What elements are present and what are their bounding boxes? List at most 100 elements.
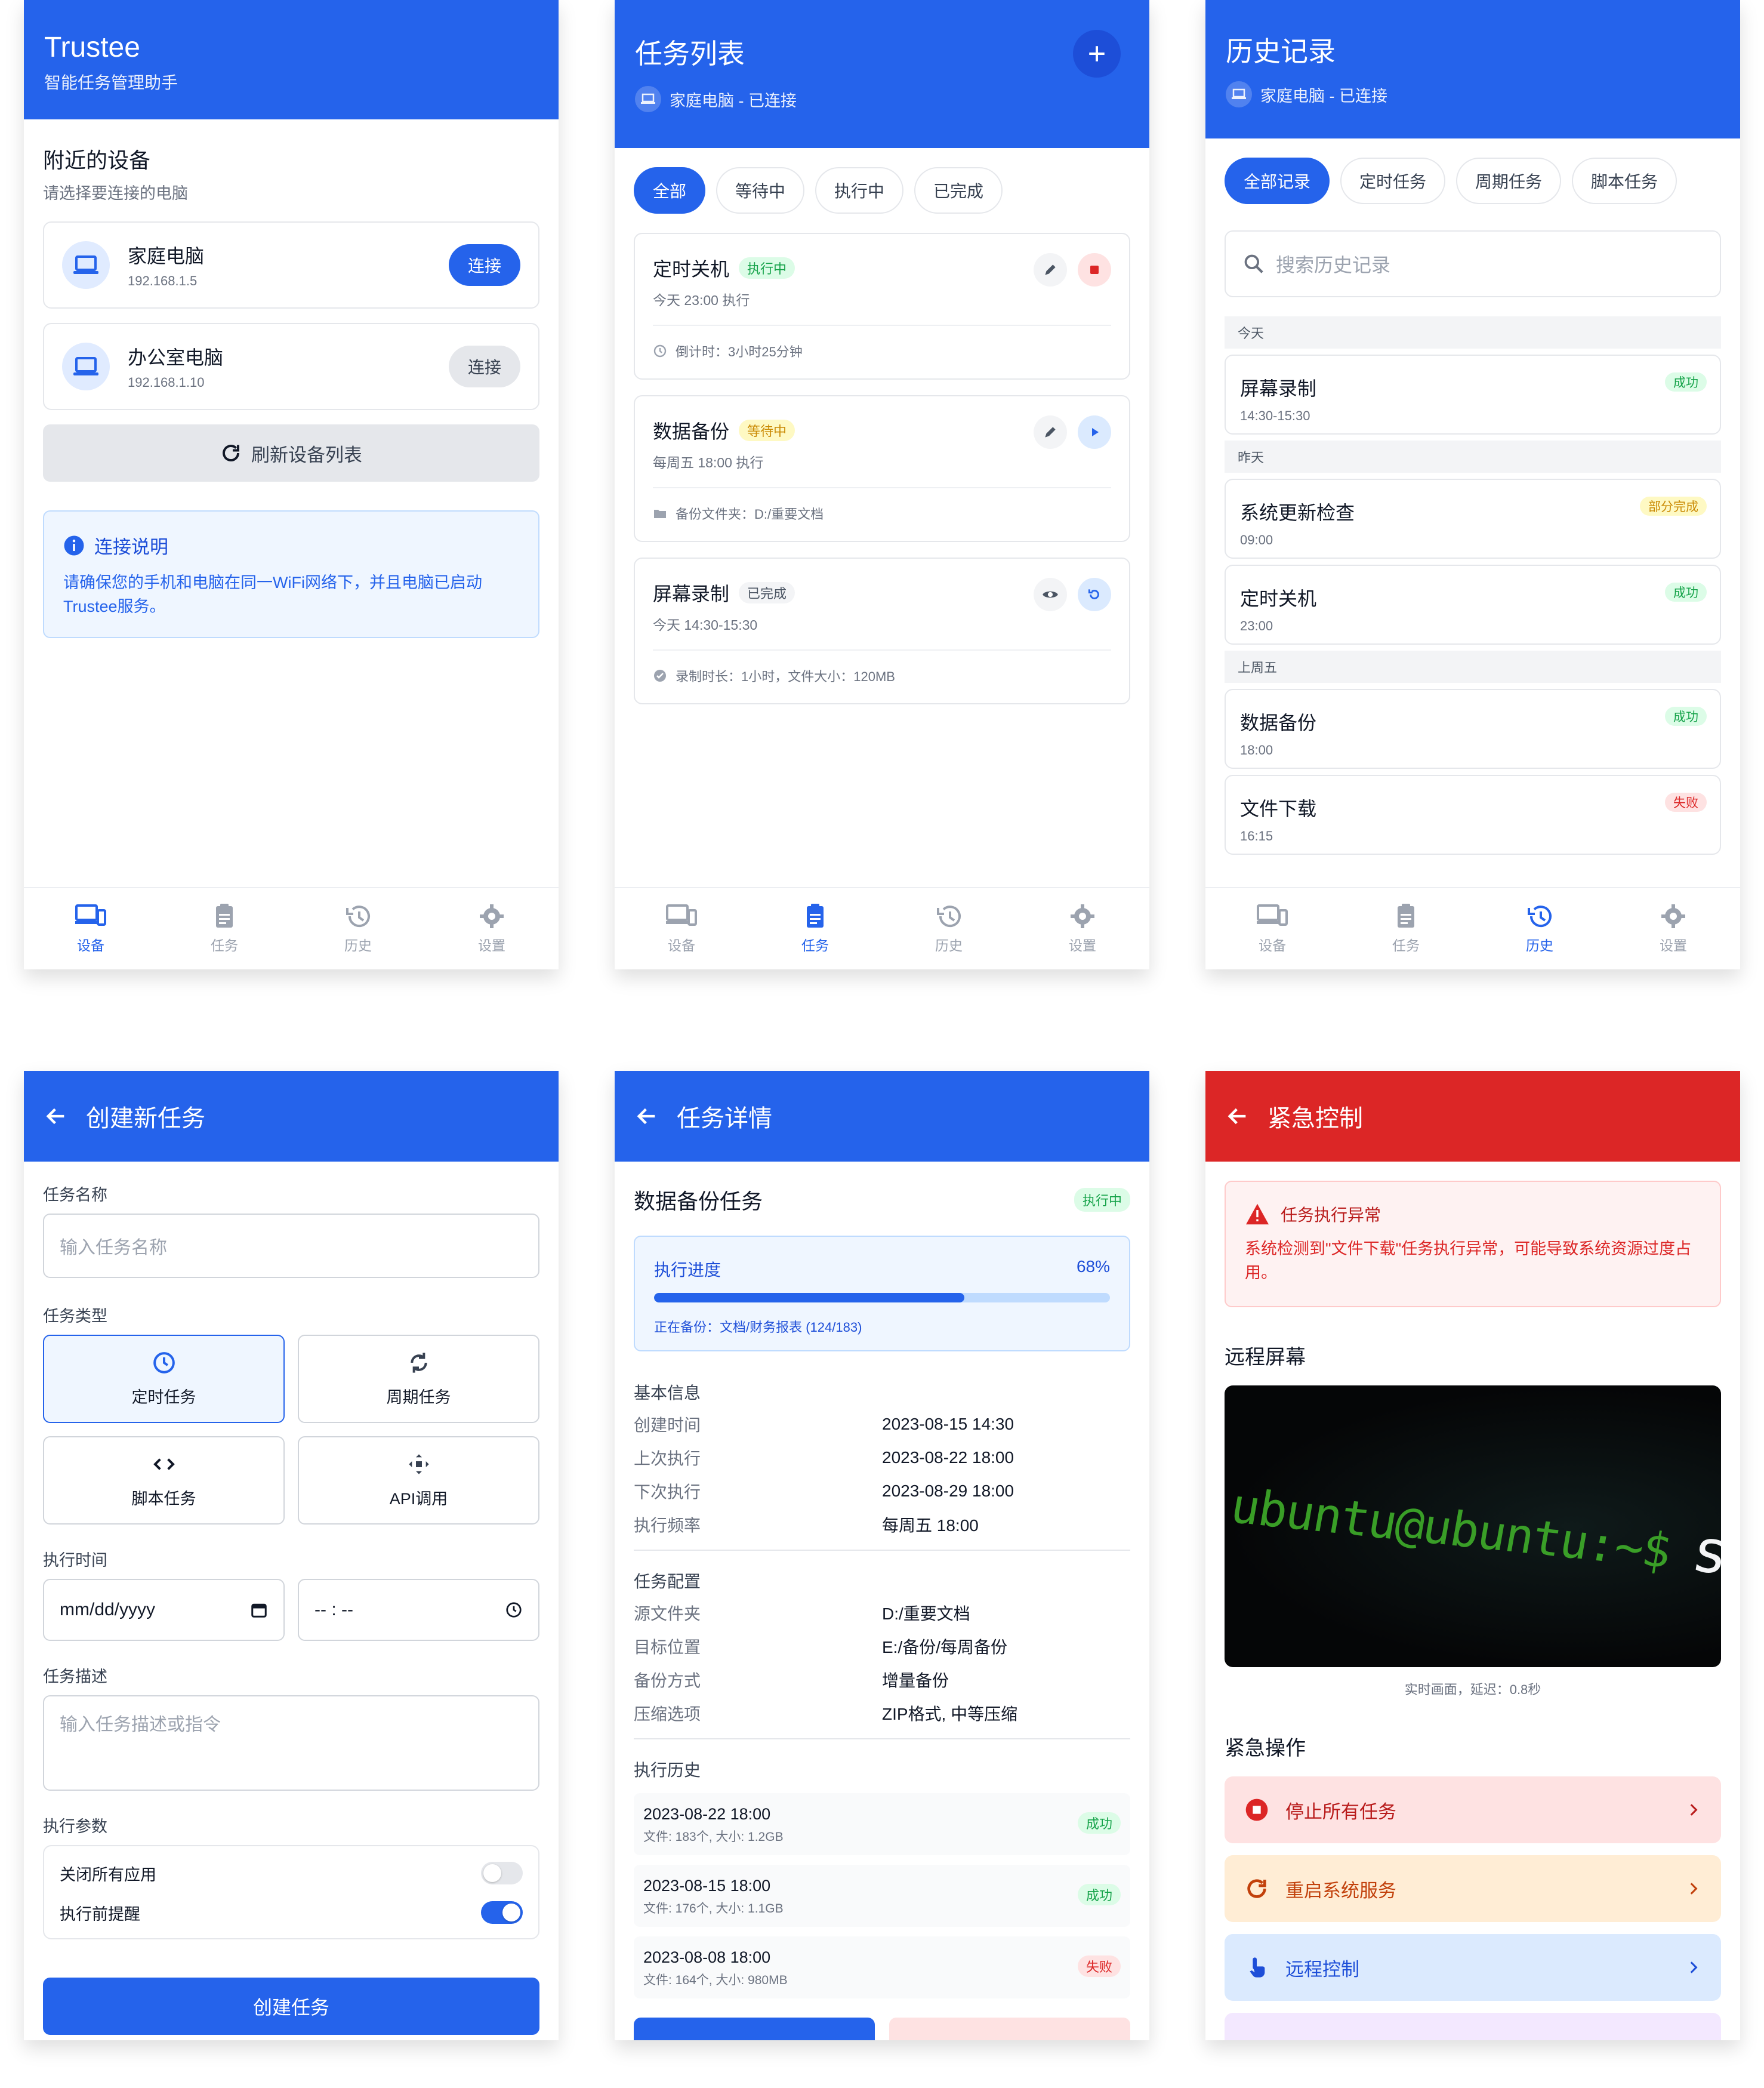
name-label: 任务名称: [43, 1186, 107, 1204]
remote-control-button[interactable]: 远程控制: [1225, 1934, 1721, 2001]
edit-button[interactable]: [1034, 415, 1067, 449]
tab-scheduled[interactable]: 定时任务: [1340, 158, 1446, 204]
info-key: 执行频率: [634, 1516, 701, 1535]
status-badge: 失败: [1665, 793, 1707, 812]
task-name: 数据备份: [653, 421, 730, 442]
task-card[interactable]: 定时关机 执行中 今天 23:00 执行 倒计时：3小时25分钟: [634, 233, 1130, 380]
type-periodic[interactable]: 周期任务: [298, 1335, 539, 1423]
nav-tasks[interactable]: 任务: [1339, 888, 1473, 969]
history-icon: [346, 906, 370, 928]
back-arrow-icon[interactable]: [44, 1104, 68, 1128]
nav-settings[interactable]: 设置: [425, 888, 559, 969]
stop-all-tasks-button[interactable]: 停止所有任务: [1225, 1776, 1721, 1843]
type-api[interactable]: API调用: [298, 1436, 539, 1525]
nav-settings[interactable]: 设置: [1606, 888, 1740, 969]
back-arrow-icon[interactable]: [635, 1104, 659, 1128]
rerun-button[interactable]: [1078, 578, 1111, 611]
edit-button[interactable]: [1034, 253, 1067, 287]
tab-script[interactable]: 脚本任务: [1572, 158, 1677, 204]
history-name: 系统更新检查: [1240, 502, 1355, 523]
gear-icon: [1071, 904, 1094, 928]
app-title: Trustee: [44, 32, 140, 63]
back-arrow-icon[interactable]: [1226, 1104, 1250, 1128]
create-task-button[interactable]: 创建任务: [43, 1978, 539, 2035]
progress-track: [654, 1293, 1110, 1302]
history-item[interactable]: 屏幕录制 14:30-15:30 成功: [1225, 355, 1721, 435]
task-desc-input[interactable]: 输入任务描述或指令: [43, 1695, 539, 1791]
tab-running[interactable]: 执行中: [815, 167, 904, 214]
history-time: 09:00: [1240, 532, 1273, 547]
nav-history[interactable]: 历史: [1473, 888, 1606, 969]
task-time: 今天 14:30-15:30: [653, 617, 758, 633]
nav-tasks[interactable]: 任务: [158, 888, 291, 969]
task-card[interactable]: 数据备份 等待中 每周五 18:00 执行 备份文件夹：D:/重要文档: [634, 395, 1130, 542]
chevron-right-icon: [1690, 1883, 1698, 1895]
type-scheduled[interactable]: 定时任务: [43, 1335, 285, 1423]
nav-history[interactable]: 历史: [882, 888, 1016, 969]
connect-button[interactable]: 连接: [448, 244, 520, 286]
tab-all[interactable]: 全部: [634, 167, 706, 214]
more-action-button[interactable]: [1225, 2013, 1721, 2040]
plus-icon: [1089, 46, 1105, 61]
eye-icon: [1043, 591, 1058, 598]
refresh-button[interactable]: 刷新设备列表: [43, 424, 539, 482]
remote-screen-title: 远程屏幕: [1225, 1346, 1306, 1369]
stop-button[interactable]: [1078, 253, 1111, 287]
type-script[interactable]: 脚本任务: [43, 1436, 285, 1525]
section-title: 附近的设备: [43, 148, 151, 173]
stop-circle-icon: [1245, 1798, 1268, 1821]
tab-waiting[interactable]: 等待中: [716, 167, 805, 214]
nav-label: 任务: [211, 938, 238, 953]
nav-devices[interactable]: 设备: [24, 888, 158, 969]
search-input[interactable]: 搜索历史记录: [1225, 230, 1721, 297]
progress-fill: [654, 1293, 964, 1302]
connect-button[interactable]: 连接: [448, 346, 520, 387]
calendar-icon: [251, 1603, 267, 1618]
status-badge: 成功: [1077, 1812, 1121, 1834]
info-value: 2023-08-29 18:00: [882, 1482, 1014, 1500]
nav-devices[interactable]: 设备: [1205, 888, 1339, 969]
tab-all-records[interactable]: 全部记录: [1225, 158, 1330, 204]
restart-service-button[interactable]: 重启系统服务: [1225, 1855, 1721, 1922]
nav-tasks[interactable]: 任务: [748, 888, 882, 969]
pencil-icon: [1045, 427, 1056, 438]
view-button[interactable]: [1034, 578, 1067, 611]
type-label-text: 周期任务: [386, 1388, 451, 1406]
date-input[interactable]: mm/dd/yyyy: [43, 1579, 285, 1641]
code-icon: [153, 1458, 175, 1470]
page-title: 历史记录: [1226, 36, 1336, 67]
gear-icon: [480, 904, 504, 928]
primary-action-button[interactable]: [634, 2018, 875, 2040]
remote-screen-view[interactable]: ubuntu@ubuntu:~$ sudo: [1225, 1385, 1721, 1667]
history-item[interactable]: 数据备份 18:00 成功: [1225, 689, 1721, 769]
check-circle-icon: [654, 670, 666, 682]
danger-action-button[interactable]: [889, 2018, 1130, 2040]
history-item[interactable]: 定时关机 23:00 成功: [1225, 565, 1721, 645]
actions-title: 紧急操作: [1225, 1737, 1306, 1760]
config-key: 压缩选项: [634, 1705, 701, 1723]
tab-done[interactable]: 已完成: [914, 167, 1003, 214]
status-badge: 失败: [1077, 1955, 1121, 1977]
status-badge: 成功: [1665, 583, 1707, 602]
history-item[interactable]: 文件下载 16:15 失败: [1225, 775, 1721, 855]
tab-periodic[interactable]: 周期任务: [1456, 158, 1562, 204]
params-label: 执行参数: [43, 1818, 107, 1836]
device-card[interactable]: 办公室电脑 192.168.1.10 连接: [43, 323, 539, 410]
config-key: 备份方式: [634, 1671, 701, 1690]
task-card[interactable]: 屏幕录制 已完成 今天 14:30-15:30 录制时长：1小时，文件大小：12…: [634, 558, 1130, 704]
nav-history[interactable]: 历史: [291, 888, 425, 969]
type-label: 任务类型: [43, 1307, 107, 1325]
remind-toggle[interactable]: [481, 1901, 523, 1924]
time-input[interactable]: -- : --: [298, 1579, 539, 1641]
nav-settings[interactable]: 设置: [1016, 888, 1149, 969]
history-item[interactable]: 系统更新检查 09:00 部分完成: [1225, 479, 1721, 559]
status-badge: 执行中: [739, 257, 795, 279]
task-name-input[interactable]: 输入任务名称: [43, 1214, 539, 1278]
run-button[interactable]: [1078, 415, 1111, 449]
close-apps-toggle[interactable]: [481, 1862, 523, 1884]
nav-devices[interactable]: 设备: [615, 888, 748, 969]
device-card[interactable]: 家庭电脑 192.168.1.5 连接: [43, 221, 539, 309]
config-title: 任务配置: [634, 1572, 701, 1591]
add-task-button[interactable]: [1073, 30, 1121, 78]
devices-icon: [75, 904, 106, 926]
